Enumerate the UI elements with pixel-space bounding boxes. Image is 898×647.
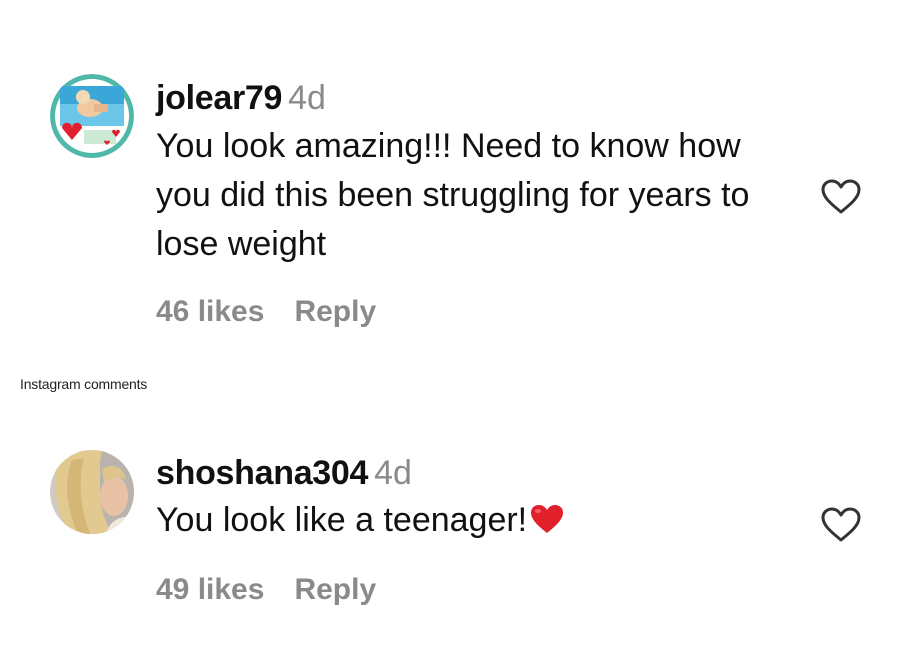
heart-icon[interactable]	[820, 178, 862, 216]
likes-count[interactable]: 49 likes	[156, 573, 264, 606]
avatar-shoshana304[interactable]	[50, 450, 134, 534]
heart-icon[interactable]	[820, 506, 862, 544]
comment-text: You look amazing!!! Need to know how you…	[156, 127, 750, 263]
image-caption: Instagram comments	[20, 376, 148, 392]
comment-header: jolear79 4d	[156, 78, 326, 118]
timestamp[interactable]: 4d	[374, 454, 412, 492]
comment-text: You look like a teenager!	[156, 496, 796, 545]
timestamp[interactable]: 4d	[288, 79, 326, 117]
comment-text-content: You look like a teenager!	[156, 501, 528, 539]
comment-header: shoshana304 4d	[156, 453, 412, 493]
reply-button[interactable]: Reply	[294, 573, 376, 606]
avatar-jolear79[interactable]	[50, 74, 134, 158]
comment-actions: 46 likes Reply	[156, 294, 376, 330]
likes-count[interactable]: 46 likes	[156, 295, 264, 328]
username[interactable]: shoshana304	[156, 454, 368, 492]
reply-button[interactable]: Reply	[294, 295, 376, 328]
red-heart-icon	[529, 500, 565, 533]
username[interactable]: jolear79	[156, 79, 282, 117]
comment-actions: 49 likes Reply	[156, 572, 376, 608]
